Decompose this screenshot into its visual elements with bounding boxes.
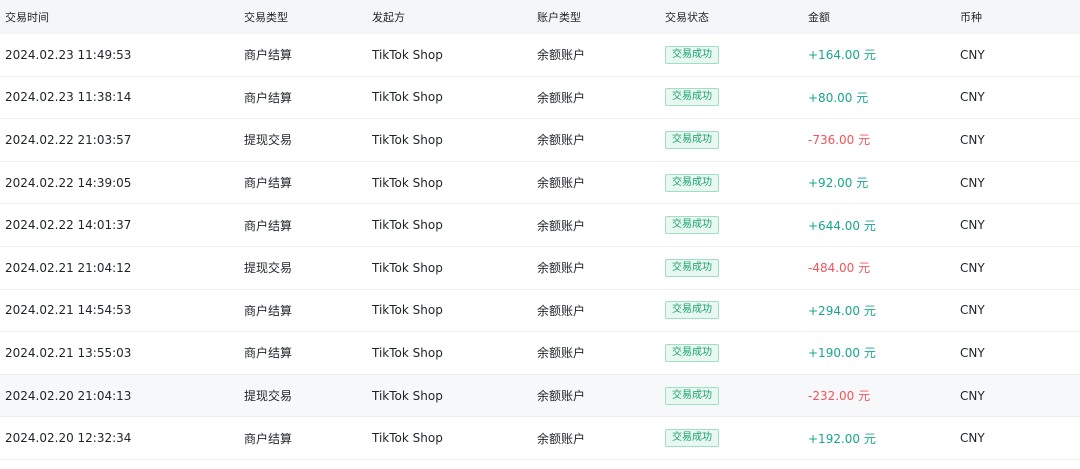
header-currency[interactable]: 币种 <box>960 9 982 25</box>
cell-amount: +644.00 元 <box>808 218 876 233</box>
cell-time: 2024.02.21 14:54:53 <box>5 303 132 318</box>
status-badge: 交易成功 <box>665 343 719 362</box>
cell-initiator: TikTok Shop <box>372 90 443 105</box>
cell-amount: +164.00 元 <box>808 48 876 63</box>
table-row[interactable]: 2024.02.23 11:49:53 商户结算 TikTok Shop 余额账… <box>0 34 1080 77</box>
status-cell: 交易成功 <box>665 88 719 107</box>
status-badge: 交易成功 <box>665 173 719 192</box>
status-badge: 交易成功 <box>665 45 719 64</box>
header-account[interactable]: 账户类型 <box>537 9 581 25</box>
cell-currency: CNY <box>960 175 985 190</box>
cell-initiator: TikTok Shop <box>372 218 443 233</box>
cell-amount: -484.00 元 <box>808 261 871 276</box>
table-row[interactable]: 2024.02.20 12:32:34 商户结算 TikTok Shop 余额账… <box>0 417 1080 460</box>
cell-currency: CNY <box>960 47 985 62</box>
status-cell: 交易成功 <box>665 45 719 64</box>
cell-amount: +192.00 元 <box>808 431 876 446</box>
table-row[interactable]: 2024.02.21 13:55:03 商户结算 TikTok Shop 余额账… <box>0 332 1080 375</box>
table-row[interactable]: 2024.02.23 11:38:14 商户结算 TikTok Shop 余额账… <box>0 76 1080 120</box>
table-row[interactable]: 2024.02.20 21:04:13 提现交易 TikTok Shop 余额账… <box>0 374 1080 418</box>
status-cell: 交易成功 <box>665 386 719 405</box>
cell-account: 余额账户 <box>537 346 586 361</box>
cell-time: 2024.02.22 14:39:05 <box>5 175 132 190</box>
cell-type: 提现交易 <box>244 389 293 404</box>
cell-account: 余额账户 <box>537 218 586 233</box>
status-badge: 交易成功 <box>665 429 719 448</box>
status-badge: 交易成功 <box>665 88 719 107</box>
table-row[interactable]: 2024.02.21 14:54:53 商户结算 TikTok Shop 余额账… <box>0 289 1080 333</box>
cell-currency: CNY <box>960 303 985 318</box>
cell-account: 余额账户 <box>537 176 586 191</box>
cell-type: 提现交易 <box>244 133 293 148</box>
cell-time: 2024.02.20 21:04:13 <box>5 388 132 403</box>
status-badge: 交易成功 <box>665 301 719 320</box>
cell-type: 商户结算 <box>244 303 293 318</box>
cell-initiator: TikTok Shop <box>372 431 443 446</box>
cell-type: 商户结算 <box>244 48 293 63</box>
cell-account: 余额账户 <box>537 90 586 105</box>
cell-amount: +80.00 元 <box>808 90 869 105</box>
table-row[interactable]: 2024.02.22 14:39:05 商户结算 TikTok Shop 余额账… <box>0 161 1080 205</box>
cell-type: 商户结算 <box>244 346 293 361</box>
cell-time: 2024.02.23 11:49:53 <box>5 47 132 62</box>
cell-type: 商户结算 <box>244 90 293 105</box>
cell-initiator: TikTok Shop <box>372 132 443 147</box>
cell-initiator: TikTok Shop <box>372 260 443 275</box>
cell-currency: CNY <box>960 431 985 446</box>
cell-time: 2024.02.21 21:04:12 <box>5 260 132 275</box>
cell-currency: CNY <box>960 260 985 275</box>
cell-time: 2024.02.21 13:55:03 <box>5 345 132 360</box>
cell-type: 商户结算 <box>244 431 293 446</box>
cell-initiator: TikTok Shop <box>372 47 443 62</box>
cell-currency: CNY <box>960 132 985 147</box>
header-initiator[interactable]: 发起方 <box>372 9 405 25</box>
cell-time: 2024.02.22 14:01:37 <box>5 218 132 233</box>
cell-account: 余额账户 <box>537 133 586 148</box>
cell-initiator: TikTok Shop <box>372 303 443 318</box>
cell-time: 2024.02.20 12:32:34 <box>5 431 132 446</box>
status-badge: 交易成功 <box>665 216 719 235</box>
cell-account: 余额账户 <box>537 303 586 318</box>
status-cell: 交易成功 <box>665 130 719 149</box>
status-cell: 交易成功 <box>665 343 719 362</box>
cell-type: 商户结算 <box>244 218 293 233</box>
status-cell: 交易成功 <box>665 429 719 448</box>
cell-account: 余额账户 <box>537 261 586 276</box>
cell-account: 余额账户 <box>537 431 586 446</box>
cell-account: 余额账户 <box>537 389 586 404</box>
cell-account: 余额账户 <box>537 48 586 63</box>
cell-amount: +294.00 元 <box>808 303 876 318</box>
status-cell: 交易成功 <box>665 258 719 277</box>
cell-type: 商户结算 <box>244 176 293 191</box>
status-cell: 交易成功 <box>665 173 719 192</box>
cell-amount: +190.00 元 <box>808 346 876 361</box>
status-badge: 交易成功 <box>665 130 719 149</box>
cell-amount: +92.00 元 <box>808 176 869 191</box>
transactions-table: 交易时间 交易类型 发起方 账户类型 交易状态 金额 币种 2024.02.23… <box>0 0 1080 460</box>
cell-initiator: TikTok Shop <box>372 345 443 360</box>
cell-currency: CNY <box>960 388 985 403</box>
header-status[interactable]: 交易状态 <box>665 9 709 25</box>
status-badge: 交易成功 <box>665 258 719 277</box>
header-amount[interactable]: 金额 <box>808 9 830 25</box>
cell-initiator: TikTok Shop <box>372 388 443 403</box>
header-type[interactable]: 交易类型 <box>244 9 288 25</box>
cell-time: 2024.02.23 11:38:14 <box>5 90 132 105</box>
status-cell: 交易成功 <box>665 301 719 320</box>
cell-type: 提现交易 <box>244 261 293 276</box>
header-time[interactable]: 交易时间 <box>5 9 49 25</box>
cell-amount: -736.00 元 <box>808 133 871 148</box>
status-badge: 交易成功 <box>665 386 719 405</box>
cell-amount: -232.00 元 <box>808 389 871 404</box>
cell-time: 2024.02.22 21:03:57 <box>5 132 132 147</box>
cell-currency: CNY <box>960 218 985 233</box>
table-row[interactable]: 2024.02.22 14:01:37 商户结算 TikTok Shop 余额账… <box>0 204 1080 247</box>
cell-currency: CNY <box>960 90 985 105</box>
cell-currency: CNY <box>960 345 985 360</box>
status-cell: 交易成功 <box>665 216 719 235</box>
table-row[interactable]: 2024.02.22 21:03:57 提现交易 TikTok Shop 余额账… <box>0 119 1080 162</box>
table-header: 交易时间 交易类型 发起方 账户类型 交易状态 金额 币种 <box>0 0 1080 34</box>
cell-initiator: TikTok Shop <box>372 175 443 190</box>
table-row[interactable]: 2024.02.21 21:04:12 提现交易 TikTok Shop 余额账… <box>0 246 1080 290</box>
